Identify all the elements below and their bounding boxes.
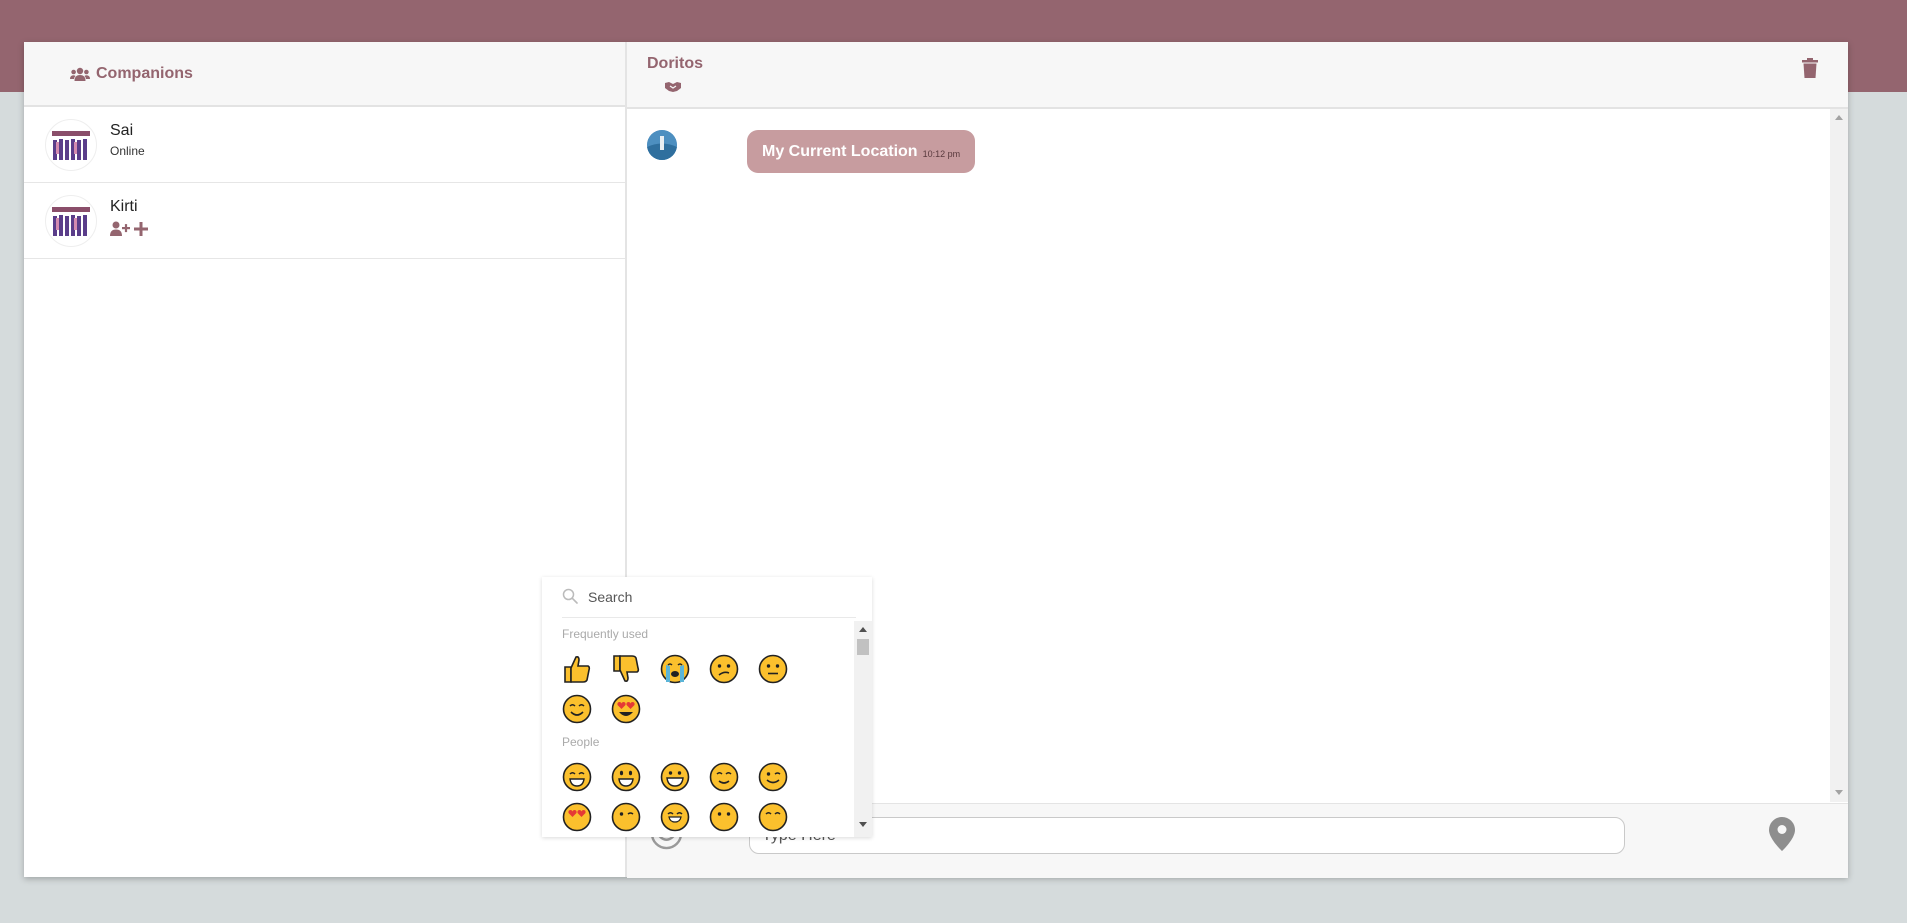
message-text: My Current Location — [762, 142, 918, 160]
grinning-face-big-eyes-emoji[interactable] — [660, 757, 709, 797]
hushed-face-emoji[interactable] — [709, 797, 758, 837]
emoji-scrollbar[interactable] — [854, 621, 872, 837]
chat-header: Doritos — [627, 42, 1848, 109]
chat-app: Companions Sai Online Kirti Doritos My C… — [24, 42, 1848, 878]
companions-panel: Companions Sai Online Kirti — [24, 42, 627, 877]
heart-eyes-face-emoji[interactable] — [562, 797, 611, 837]
plus-icon[interactable] — [134, 221, 148, 236]
contact-name: Kirti — [110, 198, 138, 215]
scroll-down-arrow[interactable] — [859, 822, 867, 827]
smiling-face-emoji[interactable] — [758, 797, 807, 837]
neutral-face-emoji[interactable] — [758, 649, 807, 689]
kissing-face-emoji[interactable] — [611, 797, 660, 837]
category-label: Frequently used — [562, 627, 649, 641]
emoji-picker: Frequently used — [542, 577, 872, 837]
smiling-face-emoji[interactable] — [562, 689, 611, 729]
thumbs-down-emoji[interactable] — [611, 649, 660, 689]
emoji-grid-people — [562, 757, 812, 837]
thumbs-up-emoji[interactable] — [562, 649, 611, 689]
user-plus-icon[interactable] — [110, 221, 130, 236]
category-label: People — [562, 735, 600, 749]
winking-face-emoji[interactable] — [758, 757, 807, 797]
companions-title: Companions — [96, 64, 193, 82]
add-friend-actions — [110, 221, 148, 236]
scroll-thumb[interactable] — [857, 639, 869, 655]
avatar — [45, 119, 97, 171]
trash-icon[interactable] — [1802, 58, 1818, 78]
map-marker-icon[interactable] — [1769, 817, 1795, 851]
emoji-search — [562, 577, 856, 618]
contact-status: Online — [110, 144, 145, 158]
loudly-crying-face-emoji[interactable] — [660, 649, 709, 689]
emoji-grid-frequent — [562, 649, 812, 729]
smiley-face-emoji[interactable] — [611, 757, 660, 797]
chat-title: Doritos — [647, 55, 703, 72]
message-input[interactable] — [749, 817, 1625, 854]
scroll-up-arrow[interactable] — [859, 627, 867, 632]
contact-name: Sai — [110, 122, 134, 139]
contact-item-sai[interactable]: Sai Online — [24, 107, 625, 183]
emoji-list: Frequently used People — [562, 621, 844, 837]
blushing-face-emoji[interactable] — [709, 757, 758, 797]
scroll-down-arrow[interactable] — [1835, 790, 1843, 795]
contact-item-kirti[interactable]: Kirti — [24, 183, 625, 259]
handshake-icon — [665, 82, 681, 92]
confused-face-emoji[interactable] — [709, 649, 758, 689]
avatar — [45, 195, 97, 247]
message-bubble[interactable]: My Current Location 10:12 pm — [747, 130, 976, 173]
emoji-search-input[interactable] — [586, 585, 840, 609]
message-time: 10:12 pm — [922, 148, 961, 159]
search-icon — [562, 588, 578, 604]
companions-header: Companions — [24, 42, 625, 107]
users-icon — [70, 67, 90, 81]
messages-scrollbar[interactable] — [1830, 109, 1848, 802]
hugging-face-emoji[interactable] — [660, 797, 709, 837]
avatar — [647, 130, 677, 160]
heart-eyes-face-emoji[interactable] — [611, 689, 660, 729]
scroll-up-arrow[interactable] — [1835, 115, 1843, 120]
grinning-face-emoji[interactable] — [562, 757, 611, 797]
